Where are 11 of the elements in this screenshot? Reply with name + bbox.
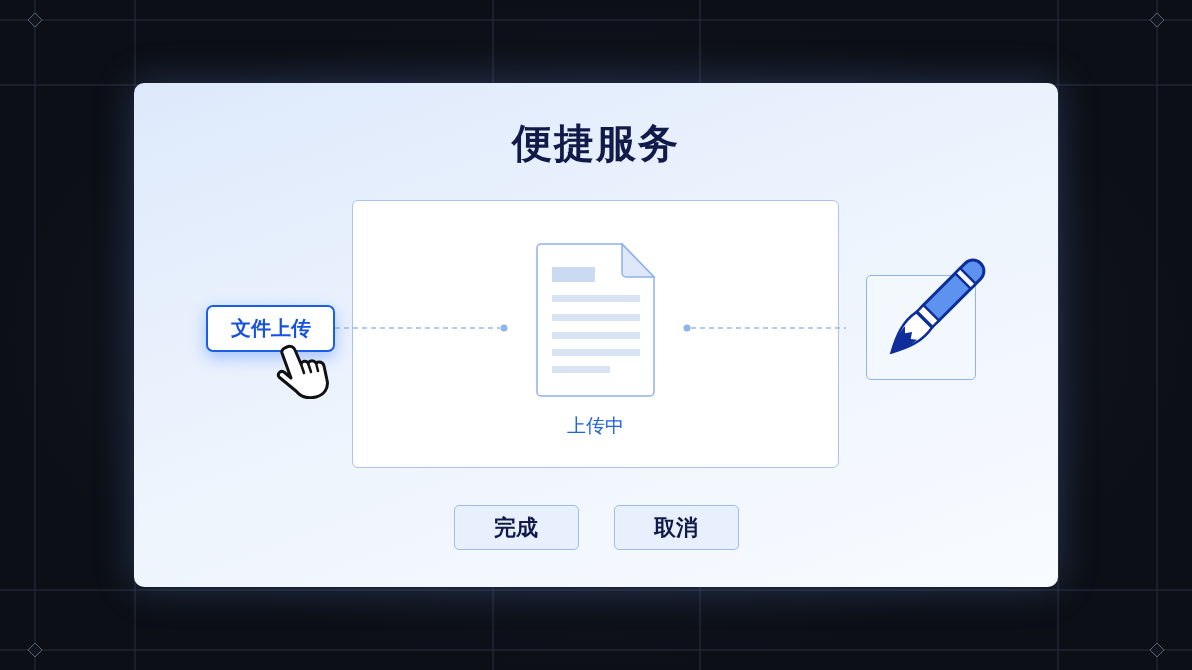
upload-button[interactable]: 文件上传 [206, 304, 335, 352]
upload-status: 上传中 [567, 413, 624, 438]
dialog-button[interactable]: 完成 [453, 505, 579, 550]
document-icon [535, 243, 656, 397]
diamond-icon [1149, 642, 1165, 658]
diamond-icon [27, 642, 43, 658]
diamond-icon [1149, 12, 1165, 28]
diamond-icon [27, 12, 43, 28]
hand-cursor-icon [275, 343, 331, 399]
dialog-button[interactable]: 取消 [613, 505, 739, 550]
dialog-title: 便捷服务 [512, 119, 680, 167]
